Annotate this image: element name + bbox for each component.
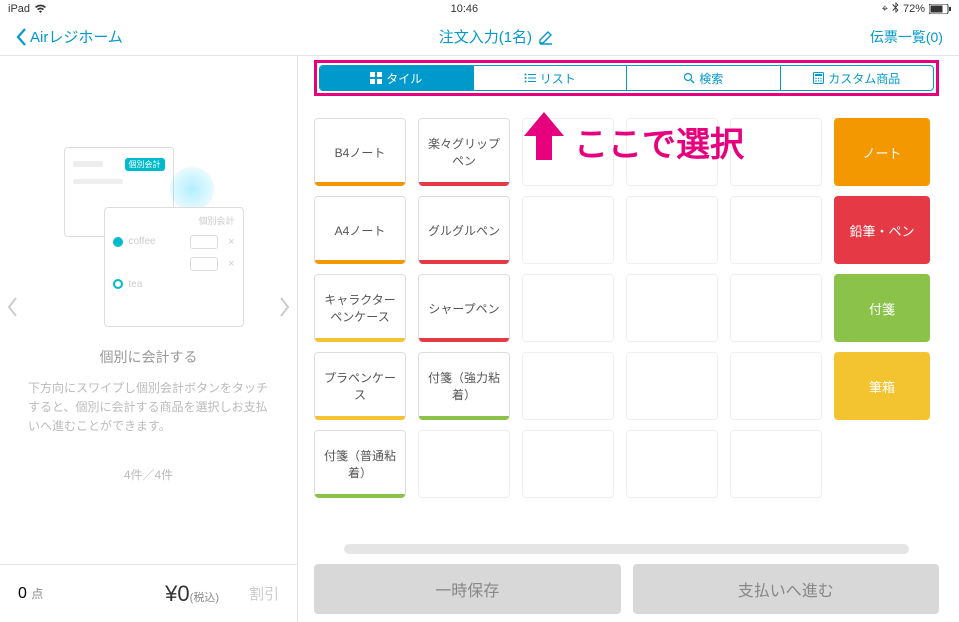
product-tile-empty [626, 274, 718, 342]
product-tile[interactable]: シャープペン [418, 274, 510, 342]
save-button[interactable]: 一時保存 [314, 564, 621, 614]
product-tile-empty [626, 430, 718, 498]
product-tile-empty [730, 352, 822, 420]
product-tile[interactable]: B4ノート [314, 118, 406, 186]
category-tile[interactable]: 鉛筆・ペン [834, 196, 930, 264]
product-tile[interactable]: 楽々グリップペン [418, 118, 510, 186]
cart-total: ¥0(税込) [165, 581, 219, 607]
device-label: iPad [8, 3, 30, 15]
help-illustration: 個別会計 個別会計 coffee× × tea [54, 137, 244, 337]
status-bar: iPad 10:46 ⌖ 72% [0, 0, 959, 18]
tab-tile[interactable]: タイル [320, 66, 474, 90]
cart-summary: 0 点 ¥0(税込) 割引 [0, 564, 297, 622]
product-tile[interactable]: A4ノート [314, 196, 406, 264]
category-tile[interactable]: 付箋 [834, 274, 930, 342]
tab-search[interactable]: 検索 [627, 66, 781, 90]
cart-count: 0 点 [18, 585, 43, 603]
edit-icon[interactable] [538, 29, 554, 45]
product-tile-empty [626, 196, 718, 264]
tab-list[interactable]: リスト [474, 66, 628, 90]
clock: 10:46 [451, 3, 479, 15]
grid-icon [370, 72, 382, 84]
right-panel: タイル リスト 検索 カスタム商品 ここで選択 [298, 56, 959, 622]
arrow-up-icon [520, 110, 568, 173]
page-title: 注文入力(1名) [439, 26, 554, 47]
battery-percent: 72% [903, 3, 925, 15]
product-tile[interactable]: グルグルペン [418, 196, 510, 264]
help-prev-button[interactable] [6, 296, 18, 324]
list-icon [524, 73, 536, 83]
product-tile[interactable]: 付箋（強力粘着） [418, 352, 510, 420]
category-tile[interactable]: ノート [834, 118, 930, 186]
nav-bar: Airレジホーム 注文入力(1名) 伝票一覧(0) [0, 18, 959, 56]
tab-custom[interactable]: カスタム商品 [781, 66, 934, 90]
tab-bar-highlight: タイル リスト 検索 カスタム商品 [314, 60, 939, 96]
help-title: 個別に会計する [100, 347, 198, 367]
product-tile-empty [522, 352, 614, 420]
product-tile-empty [522, 196, 614, 264]
help-next-button[interactable] [279, 296, 291, 324]
product-tile-empty [626, 352, 718, 420]
battery-icon [929, 4, 951, 14]
location-icon: ⌖ [882, 3, 888, 16]
help-counter: 4件／4件 [124, 466, 173, 483]
product-tile-empty [522, 274, 614, 342]
calculator-icon [813, 72, 824, 84]
search-icon [683, 72, 695, 84]
discount-button[interactable]: 割引 [249, 583, 279, 604]
bottom-buttons: 一時保存 支払いへ進む [310, 564, 943, 614]
help-description: 下方向にスワイプし個別会計ボタンをタッチすると、個別に会計する商品を選択しお支払… [20, 379, 277, 437]
callout-annotation: ここで選択 [520, 110, 744, 173]
product-tile-empty [730, 430, 822, 498]
receipt-list-button[interactable]: 伝票一覧(0) [870, 27, 943, 47]
back-button[interactable]: Airレジホーム [16, 26, 123, 47]
product-tile-empty [730, 196, 822, 264]
pay-button[interactable]: 支払いへ進む [633, 564, 940, 614]
product-tile[interactable]: 付箋（普通粘着） [314, 430, 406, 498]
tab-bar: タイル リスト 検索 カスタム商品 [319, 65, 934, 91]
product-tile-empty [418, 430, 510, 498]
product-tile[interactable]: キャラクターペンケース [314, 274, 406, 342]
wifi-icon [34, 4, 47, 14]
product-tile-empty [522, 430, 614, 498]
back-label: Airレジホーム [30, 26, 123, 47]
product-tile[interactable]: プラペンケース [314, 352, 406, 420]
help-area: 個別会計 個別会計 coffee× × tea 個別に会計する 下方向にスワイプ… [0, 56, 297, 564]
category-tile[interactable]: 筆箱 [834, 352, 930, 420]
product-tile-empty [730, 274, 822, 342]
scroll-indicator[interactable] [344, 544, 909, 554]
bluetooth-icon [892, 2, 899, 16]
left-panel: 個別会計 個別会計 coffee× × tea 個別に会計する 下方向にスワイプ… [0, 56, 298, 622]
